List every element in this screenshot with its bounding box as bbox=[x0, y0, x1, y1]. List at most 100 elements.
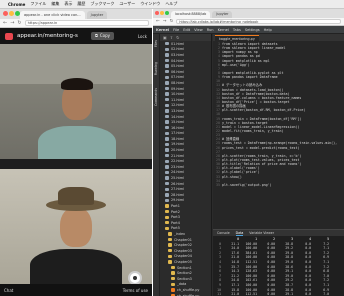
appear-logo-icon[interactable] bbox=[5, 32, 13, 40]
output-cell: 0.00 bbox=[267, 292, 275, 296]
file-name: 08.html bbox=[171, 80, 185, 85]
participant-video-top bbox=[0, 44, 152, 159]
menu-item-view[interactable]: 表示 bbox=[64, 1, 72, 7]
jl-menu-edit[interactable]: Edit bbox=[183, 28, 190, 32]
tab-jupyterlab[interactable]: localhost:8888/lab bbox=[171, 11, 211, 18]
jupyterlab-window: localhost:8888/lab Jupyter ← → ↻ https:/… bbox=[153, 9, 344, 296]
jl-menu-view[interactable]: View bbox=[194, 28, 203, 32]
right-url-input[interactable]: https://lab.cdlabs.jp/lab#/mentoring_not… bbox=[176, 18, 341, 25]
folder-icon bbox=[165, 204, 169, 208]
folder-icon bbox=[168, 232, 172, 236]
file-name: 03.html bbox=[171, 52, 185, 57]
file-name: 23.html bbox=[171, 164, 185, 169]
jl-menu-tabs[interactable]: Tabs bbox=[233, 28, 241, 32]
file-name: Section3 bbox=[177, 276, 192, 281]
code-area[interactable]: 1 from sklearn import datasets 2 from sklea… bbox=[213, 41, 344, 229]
refresh-icon[interactable]: ↻ bbox=[176, 35, 179, 40]
file-icon bbox=[165, 131, 169, 135]
file-name: Part5 bbox=[171, 226, 180, 231]
output-tab-variables[interactable]: Variable Viewer bbox=[249, 231, 274, 235]
file-name: 20.html bbox=[171, 148, 185, 153]
copy-label: Copy bbox=[99, 33, 111, 38]
file-icon bbox=[165, 58, 169, 63]
camera-toggle-button[interactable] bbox=[128, 271, 142, 285]
file-name: 11.html bbox=[171, 97, 185, 102]
file-name: 28.html bbox=[171, 192, 185, 197]
menu-item-help[interactable]: ヘルプ bbox=[165, 1, 177, 7]
minimize-window-icon[interactable] bbox=[160, 11, 164, 15]
left-tab-bar: appear.in - one click video con... Jupyt… bbox=[0, 9, 152, 19]
output-cell: 112.51 bbox=[245, 292, 257, 296]
zoom-window-icon[interactable] bbox=[15, 11, 20, 16]
desktop-screen: Chrome ファイル 編集 表示 履歴 ブックマーク ユーザー ウインドウ ヘ… bbox=[0, 0, 344, 296]
file-name: 27.html bbox=[171, 187, 185, 192]
lock-room-button[interactable]: Lock bbox=[138, 34, 147, 39]
file-icon bbox=[165, 165, 169, 169]
copy-link-button[interactable]: ⧉ Copy bbox=[91, 32, 115, 40]
file-browser-panel: ▣ ⇪ ↻ 01.html 02.html 03.html 04.html 05.htm… bbox=[160, 34, 212, 296]
output-tab-data[interactable]: Data bbox=[235, 231, 244, 236]
file-name: Chapter03 bbox=[174, 248, 192, 253]
jl-menu-kernel[interactable]: Kernel bbox=[218, 28, 229, 32]
person-face-bottom bbox=[60, 207, 92, 247]
menu-item-file[interactable]: ファイル bbox=[30, 1, 46, 7]
new-folder-icon[interactable]: ▣ bbox=[163, 35, 167, 40]
jl-menu-0[interactable]: Kernel bbox=[156, 28, 169, 32]
file-name: _index bbox=[174, 231, 185, 236]
tab-appear-in[interactable]: appear.in - one click video con... bbox=[20, 11, 85, 19]
folder-icon bbox=[165, 215, 169, 219]
close-window-icon[interactable] bbox=[155, 11, 159, 15]
file-name: 14.html bbox=[171, 114, 185, 119]
side-tab-files[interactable]: Files bbox=[154, 40, 159, 47]
file-icon bbox=[165, 120, 169, 124]
minimize-window-icon[interactable] bbox=[9, 11, 14, 16]
file-name: 07.html bbox=[171, 75, 185, 80]
file-icon bbox=[165, 92, 169, 96]
file-name: Part4 bbox=[171, 220, 180, 225]
file-name: 16.html bbox=[171, 125, 185, 130]
file-name: 01.html bbox=[171, 41, 185, 46]
menu-item-bookmarks[interactable]: ブックマーク bbox=[90, 1, 114, 7]
file-name: Section2 bbox=[177, 271, 192, 276]
appear-header: appear.in/mentoring-s ⧉ Copy Lock bbox=[0, 28, 152, 44]
jl-menu-file[interactable]: File bbox=[173, 28, 179, 32]
menu-item-history[interactable]: 履歴 bbox=[77, 1, 85, 7]
terms-of-use-link[interactable]: Terms of use bbox=[123, 288, 148, 293]
call-bottom-bar: Chat Terms of use bbox=[0, 284, 152, 296]
menu-item-edit[interactable]: 編集 bbox=[51, 1, 59, 7]
side-tab-commands[interactable]: Commands bbox=[154, 88, 159, 106]
forward-arrow-icon[interactable]: → bbox=[10, 20, 14, 26]
zoom-window-icon[interactable] bbox=[165, 11, 169, 15]
tab-jupyter[interactable]: Jupyter bbox=[86, 11, 108, 19]
jl-menu-settings[interactable]: Settings bbox=[245, 28, 260, 32]
output-tab-console[interactable]: Console bbox=[217, 231, 230, 235]
file-icon bbox=[165, 103, 169, 108]
folder-icon bbox=[165, 226, 169, 231]
jl-menu-help[interactable]: Help bbox=[264, 28, 272, 32]
file-icon bbox=[165, 109, 169, 113]
forward-arrow-icon[interactable]: → bbox=[163, 19, 167, 24]
file-name: 15.html bbox=[171, 120, 185, 125]
upload-icon[interactable]: ⇪ bbox=[170, 35, 173, 40]
tab-jupyter-secondary[interactable]: Jupyter bbox=[212, 11, 233, 18]
reload-icon[interactable]: ↻ bbox=[17, 20, 21, 26]
code-editor: kaggle_mentoring.py 1 from sklearn import… bbox=[213, 34, 344, 229]
back-arrow-icon[interactable]: ← bbox=[3, 20, 7, 26]
side-tab-running[interactable]: Running bbox=[154, 62, 159, 75]
jl-menu-run[interactable]: Run bbox=[207, 28, 214, 32]
copy-icon: ⧉ bbox=[95, 33, 98, 38]
menu-item-user[interactable]: ユーザー bbox=[119, 1, 135, 7]
chat-link[interactable]: Chat bbox=[4, 288, 13, 293]
close-window-icon[interactable] bbox=[3, 11, 8, 16]
folder-icon bbox=[171, 265, 175, 270]
file-name: 10.html bbox=[171, 92, 185, 97]
file-icon bbox=[165, 193, 169, 197]
folder-icon bbox=[168, 243, 172, 247]
output-cell: 21.0 bbox=[231, 292, 239, 296]
menu-item-window[interactable]: ウインドウ bbox=[140, 1, 160, 7]
back-arrow-icon[interactable]: ← bbox=[156, 19, 160, 24]
menu-app-name[interactable]: Chrome bbox=[8, 2, 25, 7]
reload-icon[interactable]: ↻ bbox=[170, 19, 174, 24]
hat-crown bbox=[58, 187, 94, 205]
left-url-input[interactable]: https://appear.in bbox=[24, 20, 149, 26]
